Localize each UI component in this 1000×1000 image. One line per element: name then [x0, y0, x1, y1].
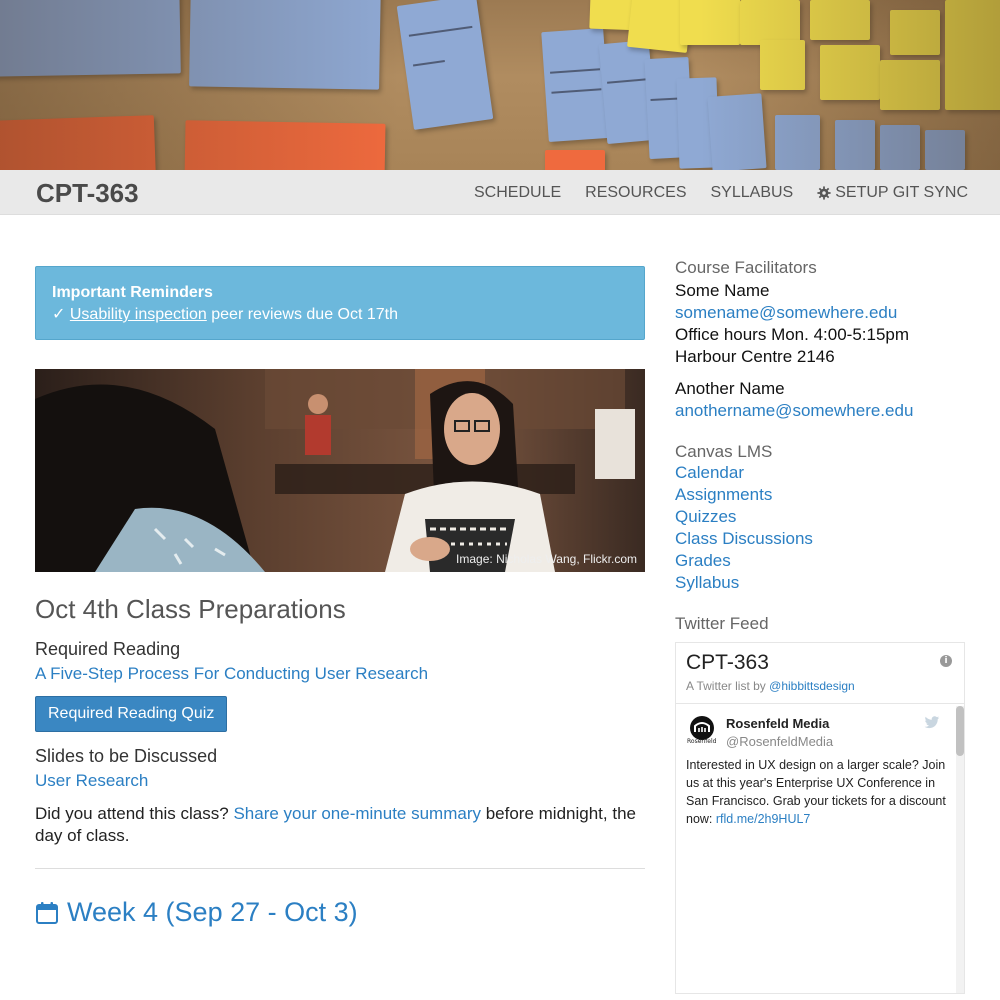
main-column: Important Reminders ✓ Usability inspecti… — [35, 266, 645, 928]
twitter-heading: Twitter Feed — [675, 614, 769, 633]
photo-illustration — [35, 369, 645, 572]
slides-link[interactable]: User Research — [35, 771, 645, 791]
avatar-label: Rosenfeld — [687, 738, 717, 745]
alert-rest: peer reviews due Oct 17th — [206, 306, 399, 323]
nav-resources[interactable]: RESOURCES — [585, 184, 686, 202]
navbar: CPT-363 SCHEDULE RESOURCES SYLLABUS SETU… — [0, 170, 1000, 215]
alert-title: Important Reminders — [52, 284, 213, 301]
scrollbar-thumb[interactable] — [956, 706, 964, 756]
hero-vignette — [0, 0, 1000, 170]
attend-prompt: Did you attend this class? Share your on… — [35, 803, 645, 847]
nav-setup-git-sync[interactable]: SETUP GIT SYNC — [817, 184, 968, 202]
sidebar: Course Facilitators Some Name somename@s… — [675, 258, 965, 994]
canvas-link-grades[interactable]: Grades — [675, 550, 965, 572]
facilitator-2-name: Another Name — [675, 379, 785, 398]
twitter-bird-icon[interactable] — [924, 716, 940, 729]
required-reading-quiz-button[interactable]: Required Reading Quiz — [35, 696, 228, 732]
rosenfeld-logo-icon — [694, 722, 710, 732]
gear-icon — [817, 185, 831, 200]
attend-prefix: Did you attend this class? — [35, 804, 234, 823]
timeline-scrollbar[interactable] — [956, 706, 964, 993]
facilitators-heading: Course Facilitators — [675, 258, 817, 277]
canvas-link-syllabus[interactable]: Syllabus — [675, 572, 965, 594]
facilitator-1-name: Some Name — [675, 281, 770, 300]
share-summary-link[interactable]: Share your one-minute summary — [233, 804, 481, 823]
avatar[interactable] — [690, 716, 714, 740]
twitter-list-title[interactable]: CPT-363 — [686, 651, 954, 675]
nav-schedule[interactable]: SCHEDULE — [474, 184, 561, 202]
nav-syllabus[interactable]: SYLLABUS — [711, 184, 794, 202]
section-divider — [35, 868, 645, 869]
canvas-heading: Canvas LMS — [675, 442, 773, 461]
required-reading-link[interactable]: A Five-Step Process For Conducting User … — [35, 664, 645, 684]
canvas-link-discussions[interactable]: Class Discussions — [675, 528, 965, 550]
tweet-author-handle[interactable]: @RosenfeldMedia — [726, 734, 833, 749]
canvas-link-assignments[interactable]: Assignments — [675, 484, 965, 506]
canvas-link-quizzes[interactable]: Quizzes — [675, 506, 965, 528]
tweet: Rosenfeld Rosenfeld Media @RosenfeldMedi… — [676, 704, 952, 826]
twitter-timeline[interactable]: Rosenfeld Rosenfeld Media @RosenfeldMedi… — [676, 703, 964, 993]
facilitator-1-room: Harbour Centre 2146 — [675, 347, 835, 366]
twitter-list-byline: A Twitter list by @hibbittsdesign — [686, 679, 954, 693]
facilitator-2-email[interactable]: anothername@somewhere.edu — [675, 400, 965, 422]
twitter-widget: CPT-363 A Twitter list by @hibbittsdesig… — [675, 642, 965, 994]
reminders-alert: Important Reminders ✓ Usability inspecti… — [35, 266, 645, 340]
photo-credit: Image: Nicholas Wang, Flickr.com — [456, 552, 637, 566]
facilitator-1-hours: Office hours Mon. 4:00-5:15pm — [675, 325, 910, 344]
week-heading[interactable]: Week 4 (Sep 27 - Oct 3) — [35, 897, 645, 928]
twitter-header: CPT-363 A Twitter list by @hibbittsdesig… — [676, 643, 964, 701]
byline-prefix: A Twitter list by — [686, 679, 770, 693]
prep-title: Oct 4th Class Preparations — [35, 594, 346, 624]
required-reading-label: Required Reading — [35, 639, 181, 659]
tweet-link[interactable]: rfld.me/2h9HUL7 — [716, 812, 811, 826]
git-sync-label: SETUP GIT SYNC — [835, 183, 968, 201]
facilitator-1-email[interactable]: somename@somewhere.edu — [675, 302, 965, 324]
slides-label: Slides to be Discussed — [35, 746, 218, 766]
tweet-author-name[interactable]: Rosenfeld Media — [726, 716, 829, 731]
hero-banner — [0, 0, 1000, 170]
class-photo: Image: Nicholas Wang, Flickr.com — [35, 369, 645, 572]
twitter-list-author-link[interactable]: @hibbittsdesign — [769, 679, 855, 693]
site-brand[interactable]: CPT-363 — [36, 178, 139, 209]
week-title: Week 4 (Sep 27 - Oct 3) — [67, 897, 358, 927]
nav-links: SCHEDULE RESOURCES SYLLABUS SETUP GIT SY… — [450, 170, 968, 215]
alert-line: ✓ Usability inspection peer reviews due … — [52, 304, 628, 324]
calendar-icon — [36, 901, 58, 924]
info-icon[interactable]: i — [940, 655, 952, 667]
tweet-text: Interested in UX design on a larger scal… — [686, 756, 946, 828]
canvas-link-calendar[interactable]: Calendar — [675, 462, 965, 484]
usability-inspection-link[interactable]: Usability inspection — [70, 306, 207, 323]
check-mark: ✓ — [52, 306, 66, 323]
